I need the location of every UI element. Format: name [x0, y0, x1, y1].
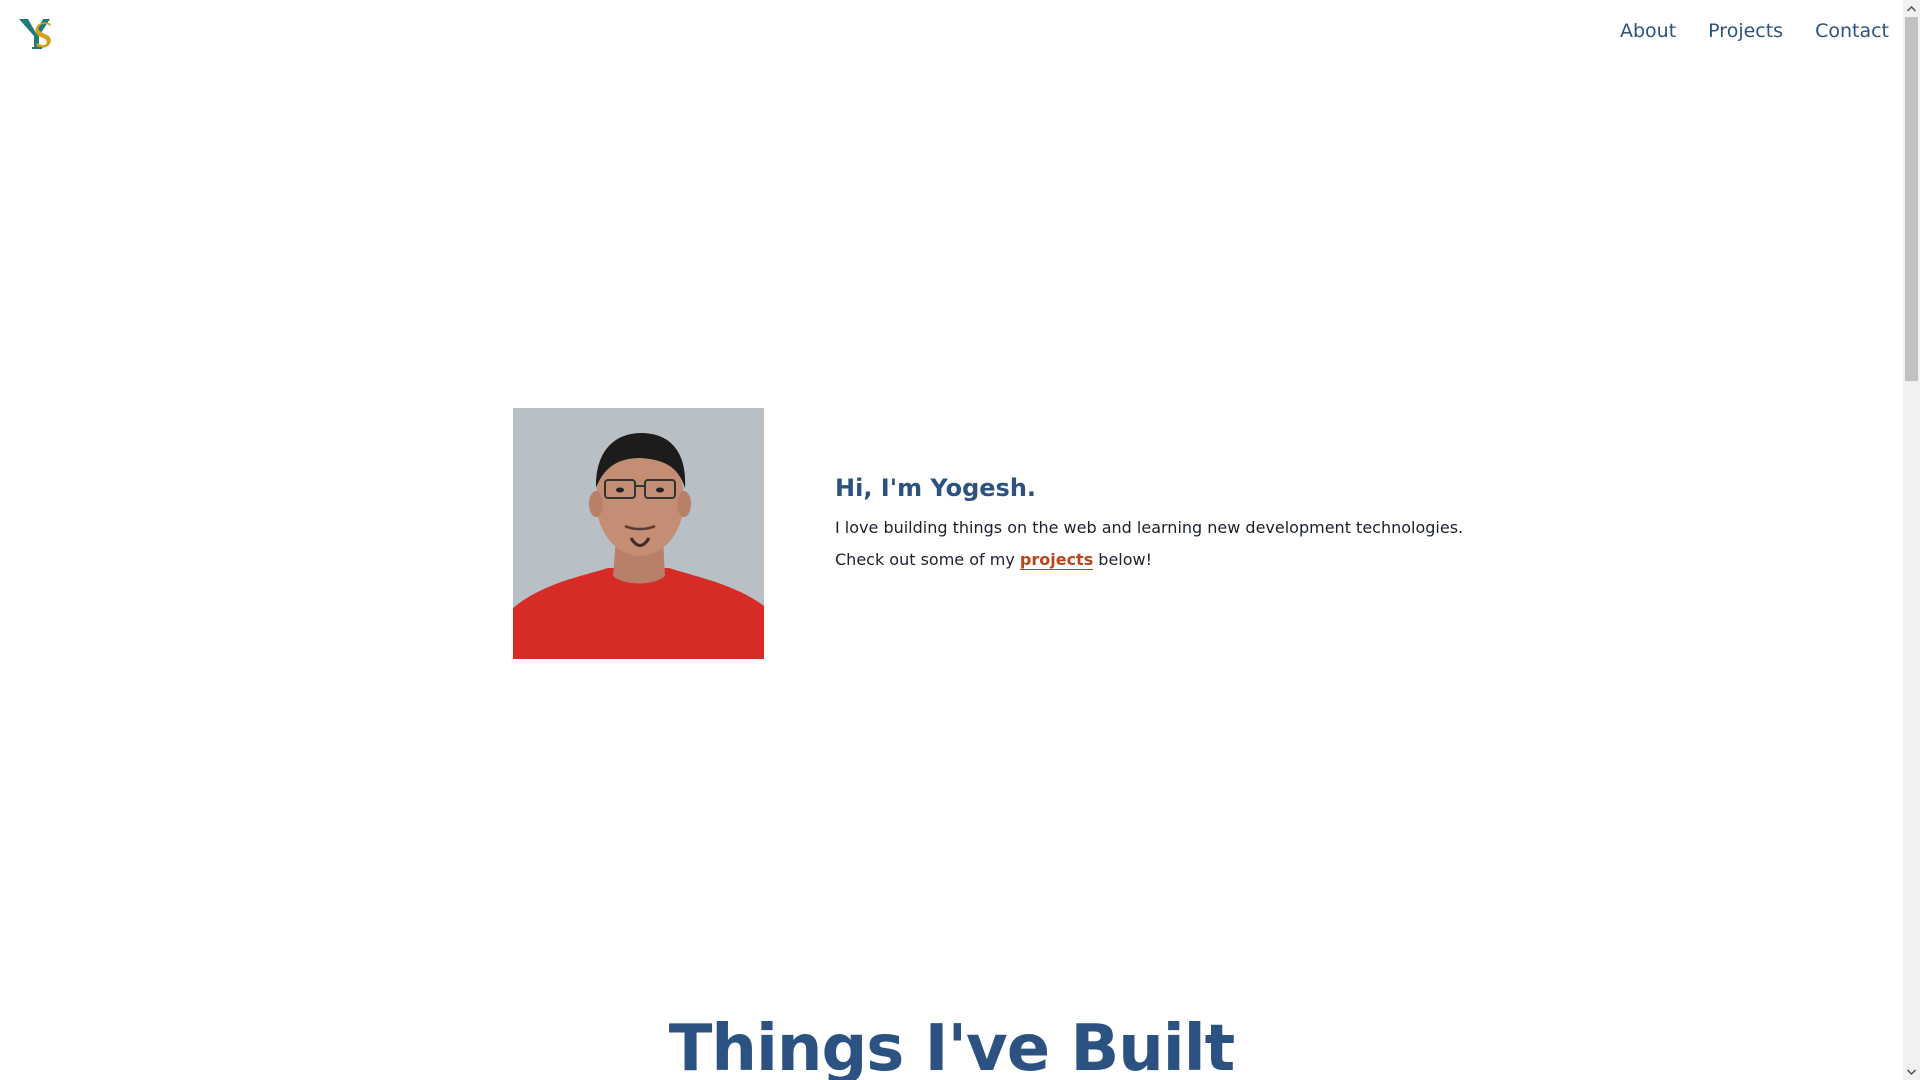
- vertical-scrollbar[interactable]: [1903, 0, 1920, 1080]
- chevron-up-icon: [1907, 5, 1916, 12]
- nav-about-link[interactable]: About: [1620, 20, 1676, 42]
- chevron-down-icon: [1907, 1068, 1916, 1075]
- intro-line-2-before: Check out some of my: [835, 549, 1020, 569]
- main-nav: About Projects Contact: [1620, 20, 1889, 42]
- scroll-up-button[interactable]: [1903, 0, 1920, 17]
- projects-link[interactable]: projects: [1019, 549, 1094, 570]
- hero-section: Hi, I'm Yogesh. I love building things o…: [513, 408, 1463, 659]
- projects-section-heading: Things I've Built: [668, 1012, 1236, 1080]
- site-header: About Projects Contact: [0, 0, 1903, 70]
- nav-contact-link[interactable]: Contact: [1815, 20, 1889, 42]
- intro-line-2-after: below!: [1093, 549, 1153, 569]
- scroll-down-button[interactable]: [1903, 1063, 1920, 1080]
- nav-projects-link[interactable]: Projects: [1708, 20, 1783, 42]
- scrollbar-thumb[interactable]: [1905, 17, 1918, 381]
- intro-line-1: I love building things on the web and le…: [835, 517, 1464, 537]
- intro-line-2: Check out some of my projects below!: [835, 544, 1463, 576]
- site-logo[interactable]: [16, 14, 58, 54]
- intro-text: Hi, I'm Yogesh. I love building things o…: [835, 474, 1463, 576]
- profile-photo: [513, 408, 764, 659]
- page: About Projects Contact Hi, I'm Yogesh. I…: [0, 0, 1920, 1080]
- ys-monogram-logo-icon: [19, 19, 51, 49]
- intro-heading: Hi, I'm Yogesh.: [835, 473, 1037, 502]
